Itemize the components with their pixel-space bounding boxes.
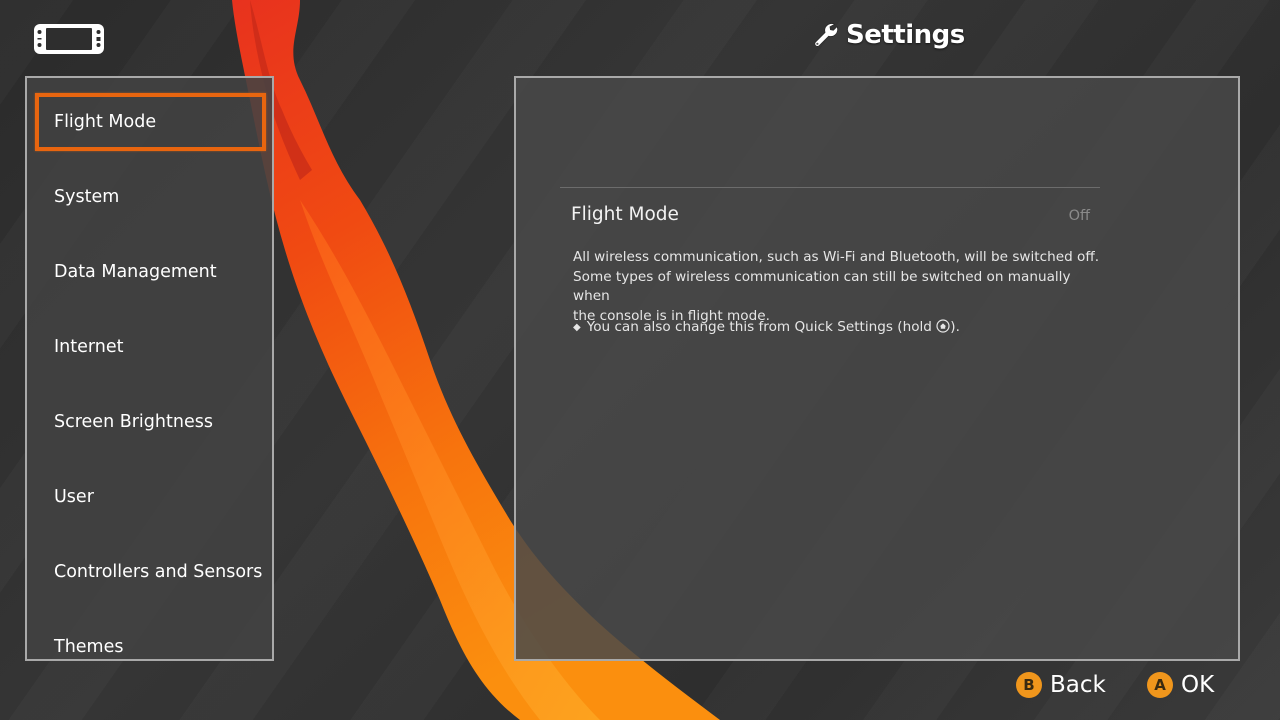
description-line: Some types of wireless communication can… xyxy=(573,268,1071,305)
ok-label: OK xyxy=(1181,672,1215,698)
settings-content-panel: Flight Mode Off All wireless communicati… xyxy=(514,76,1240,661)
a-button-icon: A xyxy=(1147,672,1173,698)
sidebar-item-flight-mode[interactable]: Flight Mode xyxy=(35,93,266,151)
page-title: Settings xyxy=(846,20,965,50)
sidebar-item-internet[interactable]: Internet xyxy=(35,318,266,376)
quick-settings-note: ◆ You can also change this from Quick Se… xyxy=(573,319,1113,335)
section-divider xyxy=(560,187,1100,188)
sidebar-item-screen-brightness[interactable]: Screen Brightness xyxy=(35,393,266,451)
description-line: All wireless communication, such as Wi-F… xyxy=(573,249,1100,265)
note-text: You can also change this from Quick Sett… xyxy=(586,319,960,335)
home-button-icon xyxy=(936,319,950,333)
back-label: Back xyxy=(1050,672,1106,698)
switch-console-icon[interactable] xyxy=(33,23,105,55)
setting-title[interactable]: Flight Mode xyxy=(571,204,679,225)
diamond-bullet-icon: ◆ xyxy=(573,321,581,333)
b-button-icon: B xyxy=(1016,672,1042,698)
sidebar-item-themes[interactable]: Themes xyxy=(35,618,266,659)
sidebar-item-controllers-and-sensors[interactable]: Controllers and Sensors xyxy=(35,543,266,601)
back-button[interactable]: B Back xyxy=(1016,670,1106,700)
sidebar-item-system[interactable]: System xyxy=(35,168,266,226)
sidebar-item-data-management[interactable]: Data Management xyxy=(35,243,266,301)
settings-sidebar[interactable]: Flight Mode System Data Management Inter… xyxy=(25,76,274,661)
setting-value[interactable]: Off xyxy=(1069,208,1090,224)
page-header: Settings xyxy=(812,17,965,53)
sidebar-item-user[interactable]: User xyxy=(35,468,266,526)
ok-button[interactable]: A OK xyxy=(1147,670,1214,700)
wrench-icon xyxy=(814,23,838,47)
setting-description: All wireless communication, such as Wi-F… xyxy=(573,248,1103,326)
